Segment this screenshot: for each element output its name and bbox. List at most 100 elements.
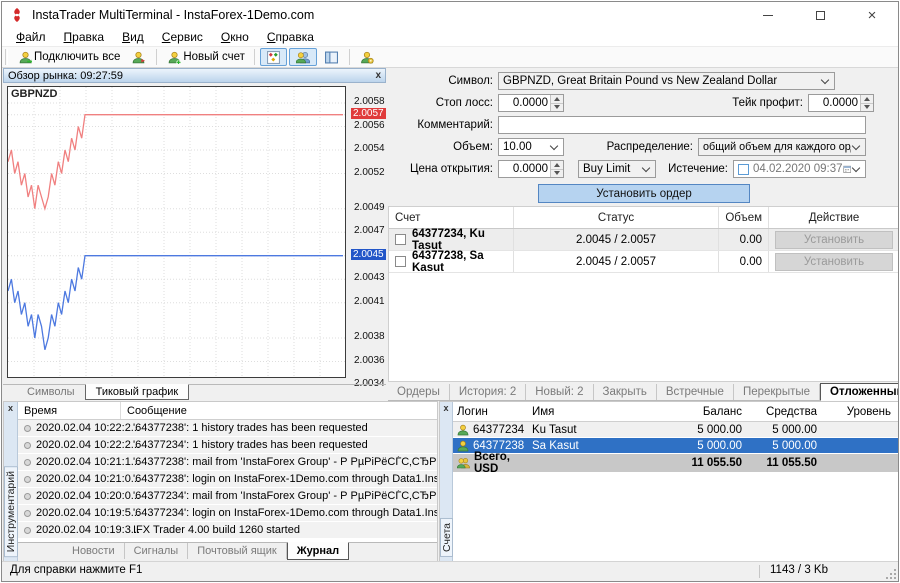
price-axis-label: 2.0052 [354, 167, 385, 178]
col-time: Время [18, 402, 121, 419]
expiry-checkbox[interactable] [738, 164, 749, 175]
tab-journal[interactable]: Журнал [287, 542, 349, 560]
tab-history[interactable]: История: 2 [450, 384, 526, 400]
take-profit-field[interactable]: 0.0000 [808, 94, 874, 112]
maximize-button[interactable] [794, 2, 846, 28]
accounts-panel: x Счета Логин Имя Баланс Средства Уровен… [439, 401, 899, 562]
disconnect-all-button[interactable] [126, 48, 151, 66]
resize-grip[interactable] [885, 568, 897, 580]
price-axis: 2.00582.00572.00562.00542.00522.00492.00… [351, 86, 386, 384]
title-bar: InstaTrader MultiTerminal - InstaForex-1… [2, 2, 898, 28]
tab-pending[interactable]: Отложенный [820, 383, 899, 401]
log-message: '64377234': 1 history trades has been re… [121, 439, 368, 451]
panel-close-icon[interactable]: x [440, 402, 452, 413]
tab-symbols[interactable]: Символы [17, 385, 85, 399]
spin-up-button[interactable] [861, 95, 873, 103]
table-row[interactable]: 64377238, Sa Kasut 2.0045 / 2.0057 0.00 … [389, 251, 899, 273]
table-row[interactable]: 64377234, Ku Tasut 2.0045 / 2.0057 0.00 … [389, 229, 899, 251]
balance-cell: 5 000.00 [673, 424, 748, 436]
volume-value: 10.00 [499, 141, 549, 153]
toolbar-separator [349, 49, 350, 65]
symbol-select[interactable]: GBPNZD, Great Britain Pound vs New Zeala… [498, 72, 835, 90]
spin-down-button[interactable] [551, 103, 563, 112]
window-title: InstaTrader MultiTerminal - InstaForex-1… [32, 2, 314, 28]
close-button[interactable]: × [846, 2, 898, 28]
chart-symbol-label: GBPNZD [11, 88, 57, 100]
price-axis-label: 2.0036 [354, 355, 385, 366]
volume-label: Объем: [388, 138, 493, 156]
open-price-field[interactable]: 0.0000 [498, 160, 564, 178]
equity-cell: 5 000.00 [748, 424, 823, 436]
journal-header: Время Сообщение [18, 402, 437, 420]
layout-toggle-button[interactable] [319, 48, 344, 66]
menu-item-edit[interactable]: Правка [55, 28, 114, 46]
accounts-dock-strip: x Счета [440, 402, 453, 561]
col-account: Счет [389, 207, 514, 228]
tab-mailbox[interactable]: Почтовый ящик [188, 543, 286, 559]
row-checkbox[interactable] [395, 234, 406, 245]
comment-input[interactable] [498, 116, 866, 134]
toolbar-grip[interactable] [5, 49, 8, 65]
list-item: 2020.02.04 10:19:3...IFX Trader 4.00 bui… [18, 522, 437, 539]
tab-news[interactable]: Новости [63, 543, 125, 559]
journal-tabs: Новости Сигналы Почтовый ящик Журнал [18, 542, 437, 561]
market-watch-title: Обзор рынка: 09:27:59 [8, 70, 123, 82]
person-disconnect-icon [132, 51, 145, 64]
journal-panel: x Инструментарий Время Сообщение 2020.02… [3, 401, 438, 562]
minimize-button[interactable] [742, 2, 794, 28]
account-settings-button[interactable] [355, 48, 380, 66]
table-row[interactable]: 64377234 Ku Tasut 5 000.00 5 000.00 [453, 422, 899, 438]
stop-loss-label: Стоп лосс: [388, 94, 493, 112]
price-axis-label: 2.0043 [354, 272, 385, 283]
place-order-button[interactable]: Установить ордер [538, 184, 750, 203]
log-time: 2020.02.04 10:22:2... [36, 439, 121, 451]
tab-counter[interactable]: Встречные [657, 384, 734, 400]
dock-tab-accounts[interactable]: Счета [440, 518, 453, 557]
chevron-down-icon [852, 141, 860, 149]
log-message: '64377234': mail from 'InstaForex Group'… [121, 490, 437, 502]
tab-covered[interactable]: Перекрытые [734, 384, 820, 400]
open-price-value: 0.0000 [499, 163, 550, 175]
new-account-label: Новый счет [183, 51, 245, 63]
log-message: '64377234': login on InstaForex-1Demo.co… [121, 507, 437, 519]
tab-new[interactable]: Новый: 2 [526, 384, 593, 400]
spin-up-button[interactable] [551, 95, 563, 103]
tick-chart-area: GBPNZD 2.00582.00572.00562.00542.00522.0… [3, 83, 386, 384]
col-level: Уровень [823, 406, 899, 418]
stop-loss-field[interactable]: 0.0000 [498, 94, 564, 112]
panel-close-icon[interactable]: x [4, 402, 17, 413]
spin-down-button[interactable] [551, 169, 563, 178]
total-balance-cell: 11 055.50 [673, 457, 748, 469]
new-account-button[interactable]: Новый счет [162, 48, 249, 66]
tab-signals[interactable]: Сигналы [125, 543, 189, 559]
account-person-icon [457, 424, 469, 436]
log-entry-icon [24, 459, 31, 466]
spin-down-button[interactable] [861, 103, 873, 112]
tab-close[interactable]: Закрыть [594, 384, 657, 400]
market-watch-toggle-button[interactable] [260, 48, 287, 66]
log-entry-icon [24, 476, 31, 483]
menu-item-service[interactable]: Сервис [153, 28, 212, 46]
set-order-button[interactable]: Установить [775, 231, 893, 249]
tab-orders[interactable]: Ордеры [388, 384, 450, 400]
menu-item-help[interactable]: Справка [258, 28, 323, 46]
distribution-select[interactable]: общий объем для каждого ордера [698, 138, 866, 156]
spin-up-button[interactable] [551, 161, 563, 169]
tab-tick-chart[interactable]: Тиковый график [85, 384, 190, 400]
place-order-label: Установить ордер [596, 188, 692, 200]
status-traffic-text: 1143 / 3 Kb [770, 564, 828, 576]
panel-close-icon[interactable]: x [375, 70, 381, 81]
set-order-button[interactable]: Установить [775, 253, 893, 271]
menu-item-file[interactable]: Файл [7, 28, 55, 46]
accounts-toggle-button[interactable] [289, 48, 317, 66]
menu-item-window[interactable]: Окно [212, 28, 258, 46]
menu-item-view[interactable]: Вид [113, 28, 153, 46]
connect-all-button[interactable]: Подключить все [13, 48, 124, 66]
toolbar-separator [156, 49, 157, 65]
journal-table: Время Сообщение 2020.02.04 10:22:2...'64… [18, 402, 437, 542]
row-checkbox[interactable] [395, 256, 406, 267]
volume-select[interactable]: 10.00 [498, 138, 564, 156]
expiry-field[interactable]: 04.02.2020 09:37 [733, 160, 866, 178]
dock-tab-toolbox[interactable]: Инструментарий [4, 466, 18, 557]
order-type-select[interactable]: Buy Limit [578, 160, 656, 178]
